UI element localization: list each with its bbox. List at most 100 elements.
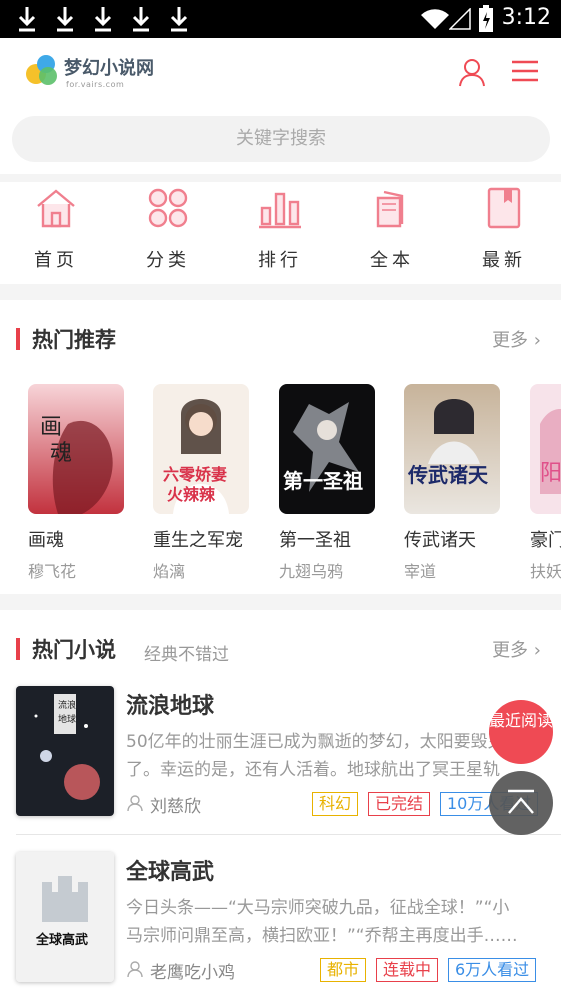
book-cover: 第一圣祖 — [279, 384, 375, 514]
category-nav: 首页 分类 排行 全本 最新 — [0, 184, 561, 282]
book-name: 重生之军宠 — [153, 530, 243, 551]
hot-novels-header: 热门小说 经典不错过 更多 › — [0, 630, 561, 670]
svg-text:流浪: 流浪 — [58, 699, 76, 711]
book-cover: 六零娇妻 火辣辣 — [153, 384, 249, 514]
book-cover: 画魂 — [28, 384, 124, 514]
section-gap — [0, 174, 561, 182]
book-card[interactable]: 画魂 画魂 穆飞花 — [28, 384, 138, 584]
svg-text:全球高武: 全球高武 — [35, 932, 88, 948]
more-label: 更多 — [492, 640, 529, 661]
search-input[interactable]: 关键字搜索 — [12, 116, 550, 162]
novel-title: 全球高武 — [126, 860, 215, 885]
menu-icon[interactable] — [510, 58, 540, 84]
novel-cover: 流浪 地球 — [16, 686, 114, 816]
svg-text:魂: 魂 — [50, 441, 72, 466]
book-cover: 传武诸天 — [404, 384, 500, 514]
section-marker — [16, 328, 20, 350]
novel-description: 50亿年的壮丽生涯已成为飘逝的梦幻，太阳要毁灭了。幸运的是，还有人活着。地球航出… — [126, 732, 505, 780]
author-icon — [127, 961, 143, 978]
section-gap — [0, 284, 561, 300]
battery-icon — [479, 5, 493, 32]
complete-books-icon — [376, 190, 404, 228]
category-icon — [148, 188, 188, 228]
nav-item-latest[interactable]: 最新 — [448, 184, 560, 282]
wifi-icon — [421, 9, 449, 30]
book-card[interactable]: 六零娇妻 火辣辣 重生之军宠 焰漓 — [153, 384, 263, 584]
back-to-top-button[interactable] — [489, 771, 553, 835]
svg-text:传武诸天: 传武诸天 — [407, 463, 489, 487]
section-title: 热门小说 — [32, 638, 116, 662]
book-author: 穆飞花 — [28, 562, 77, 581]
section-subtitle: 经典不错过 — [144, 645, 229, 665]
author-name: 刘慈欣 — [150, 797, 201, 817]
book-card[interactable]: 第一圣祖 第一圣祖 九翅乌鸦 — [279, 384, 389, 584]
book-author: 扶妖 — [530, 562, 561, 581]
ranking-icon — [259, 192, 301, 229]
site-logo-icon[interactable] — [24, 52, 60, 88]
app-header: 梦幻小说网 for.vairs.com — [0, 38, 561, 104]
latest-icon — [487, 187, 521, 229]
book-name: 传武诸天 — [404, 530, 476, 551]
svg-text:火辣辣: 火辣辣 — [167, 485, 216, 504]
chevron-right-icon: › — [533, 640, 541, 661]
svg-text:地球: 地球 — [58, 713, 76, 725]
download-icon — [170, 7, 188, 32]
nav-label: 排行 — [258, 250, 302, 271]
nav-item-ranking[interactable]: 排行 — [224, 184, 336, 282]
genre-tag: 都市 — [320, 958, 367, 982]
novel-author: 刘慈欣 — [126, 792, 201, 817]
book-author: 焰漓 — [153, 562, 186, 581]
download-icon — [56, 7, 74, 32]
novel-list-item[interactable]: 流浪 地球 流浪地球 50亿年的壮丽生涯已成为飘逝的梦幻，太阳要毁灭了。幸运的是，… — [0, 686, 561, 836]
section-title: 热门推荐 — [32, 328, 116, 352]
nav-item-category[interactable]: 分类 — [112, 184, 224, 282]
nav-item-complete[interactable]: 全本 — [336, 184, 448, 282]
status-tag: 已完结 — [368, 792, 431, 816]
book-name: 豪门 — [530, 530, 561, 551]
book-author: 宰道 — [404, 562, 437, 581]
chevron-right-icon: › — [533, 330, 541, 351]
more-link[interactable]: 更多 › — [492, 636, 541, 662]
download-icon — [94, 7, 112, 32]
views-tag: 6万人看过 — [448, 958, 537, 982]
svg-text:第一圣祖: 第一圣祖 — [283, 469, 363, 493]
user-icon[interactable] — [456, 56, 488, 88]
nav-label: 分类 — [146, 250, 190, 271]
section-marker — [16, 638, 20, 660]
nav-label: 首页 — [34, 250, 78, 271]
download-icon — [132, 7, 150, 32]
nav-item-home[interactable]: 首页 — [0, 184, 112, 282]
svg-text:六零娇妻: 六零娇妻 — [163, 465, 227, 484]
book-author: 九翅乌鸦 — [279, 562, 344, 581]
more-label: 更多 — [492, 330, 529, 351]
status-time: 3:12 — [501, 5, 551, 30]
more-link[interactable]: 更多 › — [492, 326, 541, 352]
book-name: 画魂 — [28, 530, 64, 551]
book-cover: 阳 — [530, 384, 561, 514]
status-tag: 连载中 — [376, 958, 439, 982]
book-card[interactable]: 阳 豪门 扶妖 — [530, 384, 561, 584]
recent-reading-button[interactable]: 最近阅读 — [489, 700, 553, 764]
book-name: 第一圣祖 — [279, 530, 351, 551]
svg-text:画: 画 — [40, 415, 62, 440]
status-bar: 3:12 — [0, 0, 561, 38]
section-gap — [0, 594, 561, 610]
signal-icon — [449, 8, 471, 30]
novel-cover: 全球高武 — [16, 852, 114, 982]
author-name: 老鹰吃小鸡 — [150, 963, 235, 983]
nav-label: 最新 — [482, 250, 526, 271]
download-icon — [18, 7, 36, 32]
novel-author: 老鹰吃小鸡 — [126, 958, 235, 983]
divider — [16, 834, 561, 835]
hot-recommend-header: 热门推荐 更多 › — [0, 320, 561, 360]
author-icon — [127, 795, 143, 812]
novel-list-item[interactable]: 全球高武 全球高武 今日头条——“大马宗师突破九品，征战全球！”“小马宗师问鼎至… — [0, 852, 561, 1002]
svg-text:阳: 阳 — [540, 461, 561, 486]
site-title[interactable]: 梦幻小说网 — [64, 54, 154, 80]
genre-tag: 科幻 — [312, 792, 359, 816]
novel-description: 今日头条——“大马宗师突破九品，征战全球！”“小马宗师问鼎至高，横扫欧亚！”“乔… — [126, 898, 518, 946]
site-subtitle: for.vairs.com — [66, 80, 125, 89]
book-card[interactable]: 传武诸天 传武诸天 宰道 — [404, 384, 514, 584]
arrow-up-icon — [508, 789, 534, 814]
nav-label: 全本 — [370, 250, 414, 271]
